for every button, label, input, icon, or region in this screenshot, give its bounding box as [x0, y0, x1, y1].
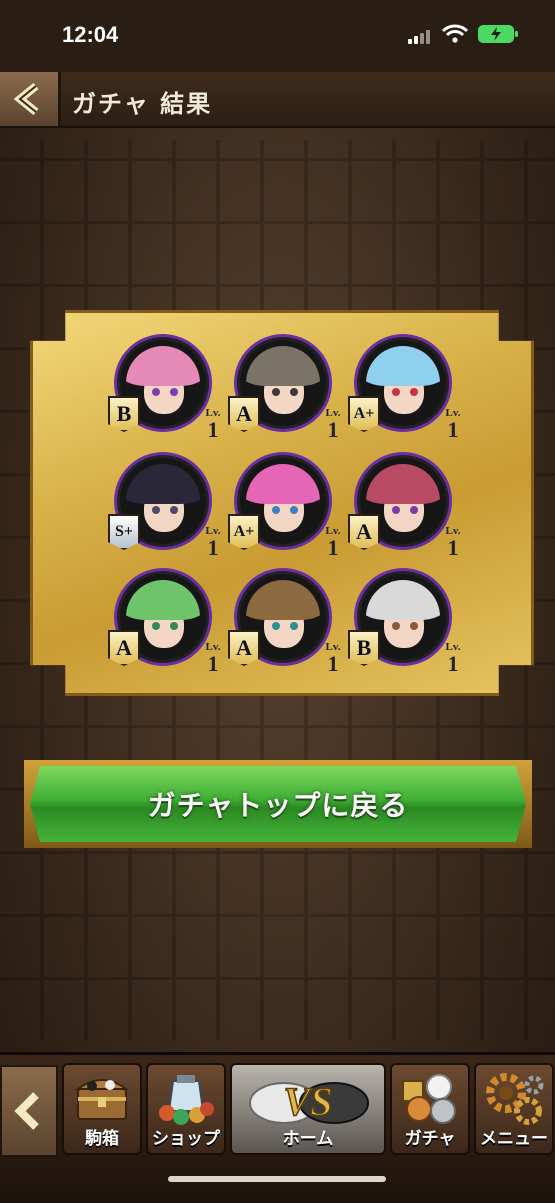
- tab-menu[interactable]: メニュー: [474, 1063, 554, 1155]
- level-indicator: Lv. 1: [440, 642, 466, 675]
- rank-badge: A: [228, 396, 260, 432]
- header-bar: ガチャ 結果: [0, 72, 555, 128]
- level-indicator: Lv. 1: [320, 642, 346, 675]
- gacha-result-card[interactable]: A Lv. 1: [228, 332, 340, 442]
- return-to-gacha-top-button[interactable]: ガチャトップに戻る: [24, 760, 532, 848]
- rank-label: B: [116, 401, 132, 426]
- tab-label: メニュー: [480, 1129, 548, 1149]
- character-hair: [126, 464, 200, 504]
- level-value: 1: [327, 651, 339, 676]
- gacha-coins-icon: [402, 1074, 456, 1124]
- level-value: 1: [207, 535, 219, 560]
- gacha-result-card[interactable]: B Lv. 1: [108, 332, 220, 442]
- svg-text:VS: VS: [284, 1079, 333, 1124]
- status-time: 12:04: [62, 22, 119, 47]
- wifi-icon: [442, 24, 468, 43]
- battery-icon: [478, 25, 518, 43]
- chevron-left-icon: [13, 82, 39, 116]
- rank-badge: A+: [228, 514, 260, 550]
- rank-badge: A: [348, 514, 380, 550]
- page-title: ガチャ 結果: [72, 90, 213, 118]
- gacha-result-card[interactable]: A Lv. 1: [348, 450, 460, 560]
- level-indicator: Lv. 1: [320, 408, 346, 441]
- shop-bag-icon: [159, 1075, 214, 1125]
- character-hair: [366, 464, 440, 504]
- level-value: 1: [447, 535, 459, 560]
- rank-badge: A+: [348, 396, 380, 432]
- rank-badge: A: [108, 630, 140, 666]
- rank-label: A+: [233, 523, 255, 540]
- back-button[interactable]: [0, 72, 61, 126]
- gacha-results-panel: B Lv. 1 A Lv. 1 A+ Lv. 1 S+ Lv. 1 A+ Lv. 1 A Lv. 1 A Lv. 1 A L…: [30, 310, 534, 696]
- level-value: 1: [207, 417, 219, 442]
- rank-badge: A: [228, 630, 260, 666]
- character-hair: [126, 346, 200, 386]
- treasure-chest-icon: [74, 1079, 130, 1120]
- level-indicator: Lv. 1: [320, 526, 346, 559]
- level-indicator: Lv. 1: [200, 642, 226, 675]
- level-value: 1: [207, 651, 219, 676]
- rank-label: A: [356, 519, 372, 544]
- gacha-result-card[interactable]: A+ Lv. 1: [228, 450, 340, 560]
- tab-label: ガチャ: [404, 1129, 456, 1149]
- gacha-result-card[interactable]: B Lv. 1: [348, 566, 460, 676]
- signal-icon: [408, 28, 434, 44]
- rank-label: A: [236, 401, 252, 426]
- character-hair: [246, 346, 320, 386]
- tab-koma-box[interactable]: 駒箱: [62, 1063, 142, 1155]
- level-indicator: Lv. 1: [440, 526, 466, 559]
- rank-label: A: [236, 635, 252, 660]
- tab-label: 駒箱: [85, 1129, 119, 1149]
- character-hair: [246, 580, 320, 620]
- gacha-result-card[interactable]: A+ Lv. 1: [348, 332, 460, 442]
- level-indicator: Lv. 1: [200, 408, 226, 441]
- rank-label: A: [116, 635, 132, 660]
- rank-badge: S+: [108, 514, 140, 550]
- tab-home[interactable]: VS ホーム: [230, 1063, 386, 1155]
- vs-home-icon: VS: [249, 1078, 369, 1125]
- character-hair: [246, 464, 320, 504]
- gacha-result-card[interactable]: A Lv. 1: [108, 566, 220, 676]
- character-hair: [366, 346, 440, 386]
- rank-label: A+: [353, 405, 375, 422]
- character-hair: [126, 580, 200, 620]
- return-button-label: ガチャトップに戻る: [147, 789, 409, 822]
- gears-icon: [486, 1073, 544, 1125]
- tab-shop[interactable]: ショップ: [146, 1063, 226, 1155]
- nav-back-button[interactable]: [0, 1065, 58, 1157]
- gacha-result-card[interactable]: S+ Lv. 1: [108, 450, 220, 560]
- level-value: 1: [447, 651, 459, 676]
- tab-label: ショップ: [152, 1129, 220, 1149]
- level-value: 1: [327, 417, 339, 442]
- rank-label: B: [356, 635, 372, 660]
- level-indicator: Lv. 1: [200, 526, 226, 559]
- rank-badge: B: [108, 396, 140, 432]
- home-indicator: [168, 1176, 386, 1182]
- tab-gacha[interactable]: ガチャ: [390, 1063, 470, 1155]
- gacha-result-card[interactable]: A Lv. 1: [228, 566, 340, 676]
- tab-label: ホーム: [282, 1129, 334, 1149]
- chevron-left-icon: [14, 1092, 39, 1130]
- status-bar: 12:04: [0, 0, 555, 72]
- level-value: 1: [327, 535, 339, 560]
- level-indicator: Lv. 1: [440, 408, 466, 441]
- level-value: 1: [447, 417, 459, 442]
- rank-badge: B: [348, 630, 380, 666]
- rank-label: S+: [114, 523, 133, 540]
- character-hair: [366, 580, 440, 620]
